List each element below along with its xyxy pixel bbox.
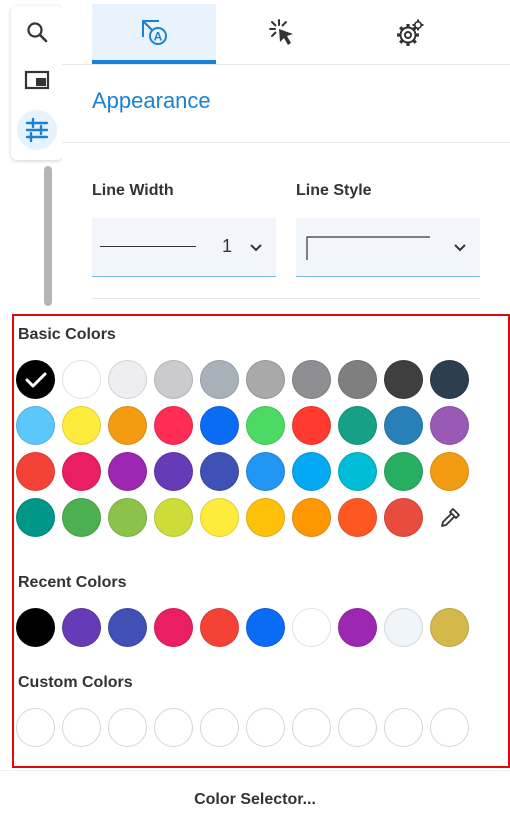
line-width-label: Line Width xyxy=(92,182,174,199)
line-width-select[interactable]: 1 xyxy=(92,218,276,277)
scrollbar[interactable] xyxy=(44,166,52,306)
section-title: Appearance xyxy=(92,88,211,113)
color-swatch[interactable] xyxy=(154,360,193,399)
color-swatch[interactable] xyxy=(154,452,193,491)
gear-icon xyxy=(397,19,424,46)
custom-color-slot[interactable] xyxy=(62,708,101,747)
eyedropper-icon xyxy=(440,507,460,527)
color-swatch[interactable] xyxy=(430,360,469,399)
color-swatch[interactable] xyxy=(16,452,55,491)
recent-color-swatch[interactable] xyxy=(246,608,285,647)
color-swatch[interactable] xyxy=(246,498,285,537)
eyedropper-button[interactable] xyxy=(430,498,469,537)
custom-color-slot[interactable] xyxy=(338,708,377,747)
tab-settings[interactable] xyxy=(348,4,472,62)
color-swatch[interactable] xyxy=(16,406,55,445)
custom-color-slot[interactable] xyxy=(200,708,239,747)
shape-text-icon: A xyxy=(142,20,167,45)
color-swatch[interactable] xyxy=(200,406,239,445)
recent-color-swatch[interactable] xyxy=(292,608,331,647)
color-swatch[interactable] xyxy=(338,406,377,445)
custom-color-slot[interactable] xyxy=(430,708,469,747)
color-swatch[interactable] xyxy=(246,360,285,399)
recent-color-swatch[interactable] xyxy=(338,608,377,647)
custom-color-slot[interactable] xyxy=(108,708,147,747)
check-icon xyxy=(25,372,46,387)
line-width-value: 1 xyxy=(222,236,233,256)
line-style-select[interactable] xyxy=(296,218,480,277)
divider xyxy=(92,298,480,299)
svg-text:A: A xyxy=(154,30,163,44)
tab-appearance[interactable]: A xyxy=(92,4,216,64)
color-swatch[interactable] xyxy=(62,406,101,445)
basic-colors-label: Basic Colors xyxy=(18,326,116,343)
color-swatch[interactable] xyxy=(108,360,147,399)
color-swatch[interactable] xyxy=(292,498,331,537)
custom-color-slot[interactable] xyxy=(246,708,285,747)
divider xyxy=(62,142,510,143)
color-swatch[interactable] xyxy=(338,452,377,491)
line-style-preview xyxy=(306,236,430,260)
recent-color-swatch[interactable] xyxy=(154,608,193,647)
color-swatch[interactable] xyxy=(246,406,285,445)
line-width-preview xyxy=(100,246,196,247)
custom-color-slot[interactable] xyxy=(292,708,331,747)
recent-color-swatch[interactable] xyxy=(108,608,147,647)
color-swatch[interactable] xyxy=(430,406,469,445)
color-swatch[interactable] xyxy=(292,360,331,399)
chevron-down-icon xyxy=(250,244,262,252)
color-swatch[interactable] xyxy=(108,452,147,491)
tab-bar: A xyxy=(62,0,510,65)
color-swatch[interactable] xyxy=(154,406,193,445)
color-swatch[interactable] xyxy=(108,498,147,537)
color-swatch[interactable] xyxy=(384,360,423,399)
recent-color-swatch[interactable] xyxy=(200,608,239,647)
panel-icon xyxy=(24,70,50,90)
custom-colors-label: Custom Colors xyxy=(18,674,133,691)
color-swatch[interactable] xyxy=(292,406,331,445)
recent-color-swatch[interactable] xyxy=(384,608,423,647)
color-swatch[interactable] xyxy=(154,498,193,537)
search-button[interactable] xyxy=(17,12,57,52)
color-swatch[interactable] xyxy=(338,360,377,399)
color-swatch[interactable] xyxy=(200,452,239,491)
panel-button[interactable] xyxy=(17,60,57,100)
color-swatch[interactable] xyxy=(384,498,423,537)
recent-color-swatch[interactable] xyxy=(16,608,55,647)
color-swatch[interactable] xyxy=(62,452,101,491)
color-swatch[interactable] xyxy=(430,452,469,491)
color-swatch[interactable] xyxy=(384,452,423,491)
color-swatch[interactable] xyxy=(246,452,285,491)
color-swatch[interactable] xyxy=(108,406,147,445)
chevron-down-icon xyxy=(454,244,466,252)
custom-color-slot[interactable] xyxy=(384,708,423,747)
color-swatch[interactable] xyxy=(384,406,423,445)
search-icon xyxy=(27,22,48,43)
color-swatch[interactable] xyxy=(62,498,101,537)
color-selector-button[interactable]: Color Selector... xyxy=(0,770,510,828)
line-style-label: Line Style xyxy=(296,182,372,199)
color-swatch[interactable] xyxy=(338,498,377,537)
custom-color-slot[interactable] xyxy=(16,708,55,747)
color-swatch[interactable] xyxy=(62,360,101,399)
properties-button[interactable] xyxy=(17,110,57,150)
color-swatch[interactable] xyxy=(200,360,239,399)
color-swatch[interactable] xyxy=(292,452,331,491)
cursor-click-icon xyxy=(269,19,293,45)
recent-colors-label: Recent Colors xyxy=(18,574,127,591)
custom-color-slot[interactable] xyxy=(154,708,193,747)
color-swatch[interactable] xyxy=(16,360,55,399)
sliders-icon xyxy=(25,117,49,143)
recent-color-swatch[interactable] xyxy=(62,608,101,647)
color-swatch[interactable] xyxy=(16,498,55,537)
recent-color-swatch[interactable] xyxy=(430,608,469,647)
color-picker-popup: Basic Colors Recent Colors Custom Colors xyxy=(12,314,510,768)
color-swatch[interactable] xyxy=(200,498,239,537)
tool-rail xyxy=(11,6,63,160)
tab-interaction[interactable] xyxy=(220,4,344,62)
